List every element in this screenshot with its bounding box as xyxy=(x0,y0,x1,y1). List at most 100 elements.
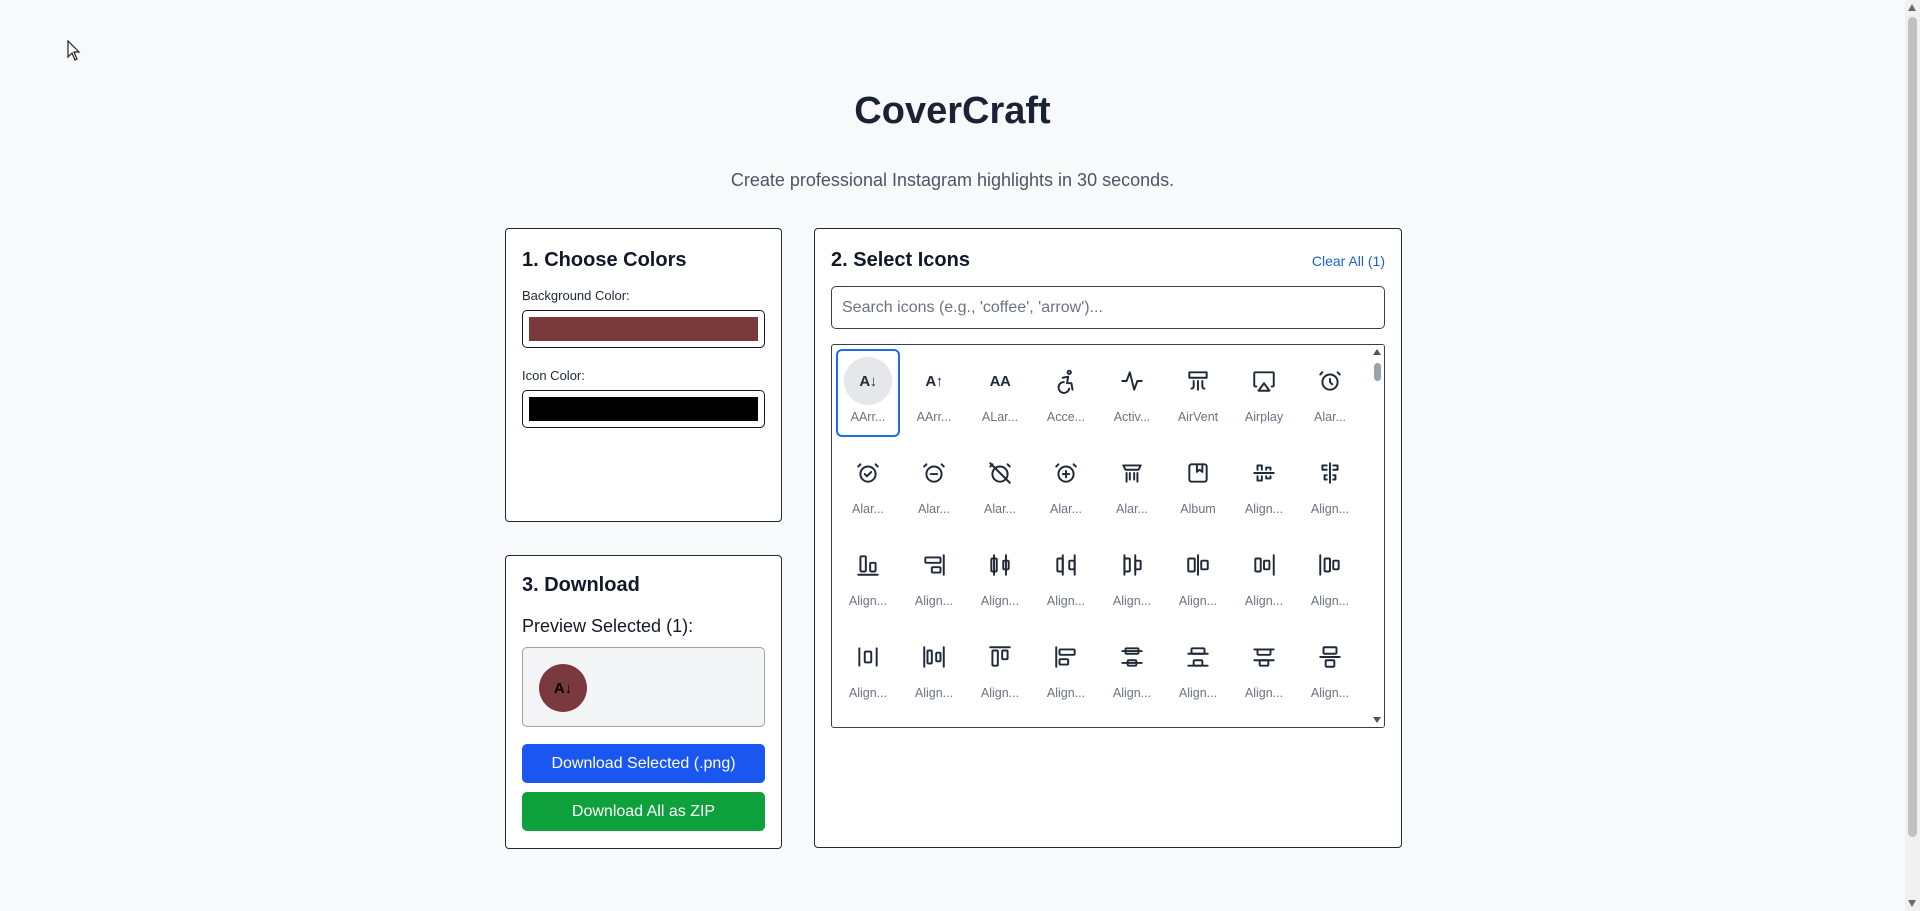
icon-option[interactable]: Alar... xyxy=(1298,349,1362,437)
scroll-down-arrow-icon[interactable] xyxy=(1373,717,1381,723)
icon-option[interactable]: Alar... xyxy=(1100,441,1164,529)
page-scrollbar[interactable] xyxy=(1905,0,1920,911)
page-scroll-thumb[interactable] xyxy=(1908,17,1917,837)
icon-option-label: Align... xyxy=(1046,686,1086,700)
icon-option-label: Align... xyxy=(1244,502,1284,516)
clear-all-button[interactable]: Clear All (1) xyxy=(1312,253,1385,269)
page-subtitle: Create professional Instagram highlights… xyxy=(730,170,1175,190)
align-h-space-around-icon xyxy=(844,633,892,681)
icon-color-swatch xyxy=(529,397,758,421)
background-color-picker[interactable] xyxy=(522,310,765,348)
align-v-distribute-start-icon xyxy=(1240,633,1288,681)
download-heading: 3. Download xyxy=(522,574,640,596)
icon-option-label: Align... xyxy=(980,686,1020,700)
page-scroll-down-icon[interactable] xyxy=(1908,900,1916,907)
icon-option[interactable]: AirVent xyxy=(1166,349,1230,437)
activity-icon xyxy=(1108,357,1156,405)
icon-option-label: Align... xyxy=(1046,594,1086,608)
icon-option-label: Align... xyxy=(1178,686,1218,700)
icon-option[interactable]: Align... xyxy=(968,625,1032,713)
icon-option-label: Align... xyxy=(914,686,954,700)
icon-option[interactable]: Align... xyxy=(1100,533,1164,621)
scroll-up-arrow-icon[interactable] xyxy=(1373,349,1381,355)
icon-option[interactable]: Alar... xyxy=(968,441,1032,529)
icon-option-label: Align... xyxy=(1310,686,1350,700)
icon-search-input[interactable] xyxy=(831,286,1385,329)
align-h-distribute-start-icon xyxy=(1108,541,1156,589)
icon-option[interactable]: Align... xyxy=(1100,625,1164,713)
icon-grid-scrollbar[interactable] xyxy=(1370,345,1384,727)
icon-option-label: AirVent xyxy=(1177,410,1219,424)
icon-option[interactable]: Align... xyxy=(836,533,900,621)
alarm-smoke-icon xyxy=(1108,449,1156,497)
album-icon xyxy=(1174,449,1222,497)
icon-color-picker[interactable] xyxy=(522,390,765,428)
icon-option[interactable]: Album xyxy=(1166,441,1230,529)
icon-option[interactable]: Alar... xyxy=(902,441,966,529)
icon-option[interactable]: Airplay xyxy=(1232,349,1296,437)
download-selected-button[interactable]: Download Selected (.png) xyxy=(522,744,765,783)
icon-option-label: Alar... xyxy=(918,502,950,516)
icon-option-label: Align... xyxy=(1178,594,1218,608)
icon-option[interactable]: Activ... xyxy=(1100,349,1164,437)
icon-option[interactable]: Alar... xyxy=(836,441,900,529)
icon-color-label: Icon Color: xyxy=(522,368,585,383)
align-start-vertical-icon xyxy=(1042,633,1090,681)
mouse-cursor-icon xyxy=(67,40,81,61)
align-v-justify-center-icon xyxy=(1306,633,1354,681)
icon-option[interactable]: Align... xyxy=(1166,625,1230,713)
icon-option[interactable]: Align... xyxy=(1232,533,1296,621)
icon-option-label: Align... xyxy=(1310,502,1350,516)
icon-option[interactable]: Align... xyxy=(1034,625,1098,713)
icon-option[interactable]: Align... xyxy=(902,533,966,621)
icon-option-label: Align... xyxy=(980,594,1020,608)
background-color-swatch xyxy=(529,317,758,341)
icon-option[interactable]: AA ALar... xyxy=(968,349,1032,437)
icon-option[interactable]: Align... xyxy=(1298,441,1362,529)
select-icons-heading: 2. Select Icons xyxy=(831,249,970,271)
alarm-clock-check-icon xyxy=(844,449,892,497)
air-vent-icon xyxy=(1174,357,1222,405)
icon-option[interactable]: Alar... xyxy=(1034,441,1098,529)
preview-area: A↓ xyxy=(522,647,765,727)
icon-option-label: Align... xyxy=(1112,686,1152,700)
icon-option-label: ALar... xyxy=(981,410,1019,424)
icon-option[interactable]: A↓ AArr... xyxy=(836,349,900,437)
icon-option[interactable]: Align... xyxy=(836,625,900,713)
align-center-horizontal-icon xyxy=(1240,449,1288,497)
icon-option-label: Alar... xyxy=(984,502,1016,516)
a-arrow-up-icon: A↑ xyxy=(925,372,943,390)
icon-option[interactable]: Align... xyxy=(1298,533,1362,621)
icon-grid-scroll-thumb[interactable] xyxy=(1374,363,1381,381)
icon-option[interactable]: Acce... xyxy=(1034,349,1098,437)
align-h-distribute-end-icon xyxy=(1042,541,1090,589)
icon-option[interactable]: Align... xyxy=(1166,533,1230,621)
preview-highlight-cover: A↓ xyxy=(539,664,587,712)
icon-option[interactable]: Align... xyxy=(1232,625,1296,713)
icon-option[interactable]: Align... xyxy=(1232,441,1296,529)
align-end-vertical-icon xyxy=(910,541,958,589)
download-zip-button[interactable]: Download All as ZIP xyxy=(522,792,765,831)
align-v-distribute-end-icon xyxy=(1174,633,1222,681)
icon-option-label: AArr... xyxy=(916,410,952,424)
icon-option[interactable]: Align... xyxy=(902,625,966,713)
icon-grid-scroll-area[interactable]: A↓ AArr... A↑ AArr... AA ALar... Acce... Activ.… xyxy=(831,344,1385,728)
choose-colors-card: 1. Choose Colors Background Color: Icon … xyxy=(505,228,782,522)
icon-option-label: Alar... xyxy=(1116,502,1148,516)
icon-option[interactable]: A↑ AArr... xyxy=(902,349,966,437)
icon-option[interactable]: Align... xyxy=(968,533,1032,621)
icon-option[interactable]: Align... xyxy=(1034,533,1098,621)
a-arrow-down-icon: A↓ xyxy=(553,679,573,697)
icon-option-label: Align... xyxy=(1112,594,1152,608)
page-scroll-up-icon[interactable] xyxy=(1908,4,1916,11)
icon-option[interactable]: Align... xyxy=(1298,625,1362,713)
accessibility-icon xyxy=(1042,357,1090,405)
icon-option-label: Align... xyxy=(914,594,954,608)
icon-option-label: Acce... xyxy=(1046,410,1086,424)
choose-colors-heading: 1. Choose Colors xyxy=(522,249,687,271)
icon-option-label: Align... xyxy=(1244,594,1284,608)
align-h-justify-end-icon xyxy=(1240,541,1288,589)
a-large-small-icon: AA xyxy=(989,372,1011,390)
icon-option-label: Align... xyxy=(848,686,888,700)
align-center-vertical-icon xyxy=(1306,449,1354,497)
